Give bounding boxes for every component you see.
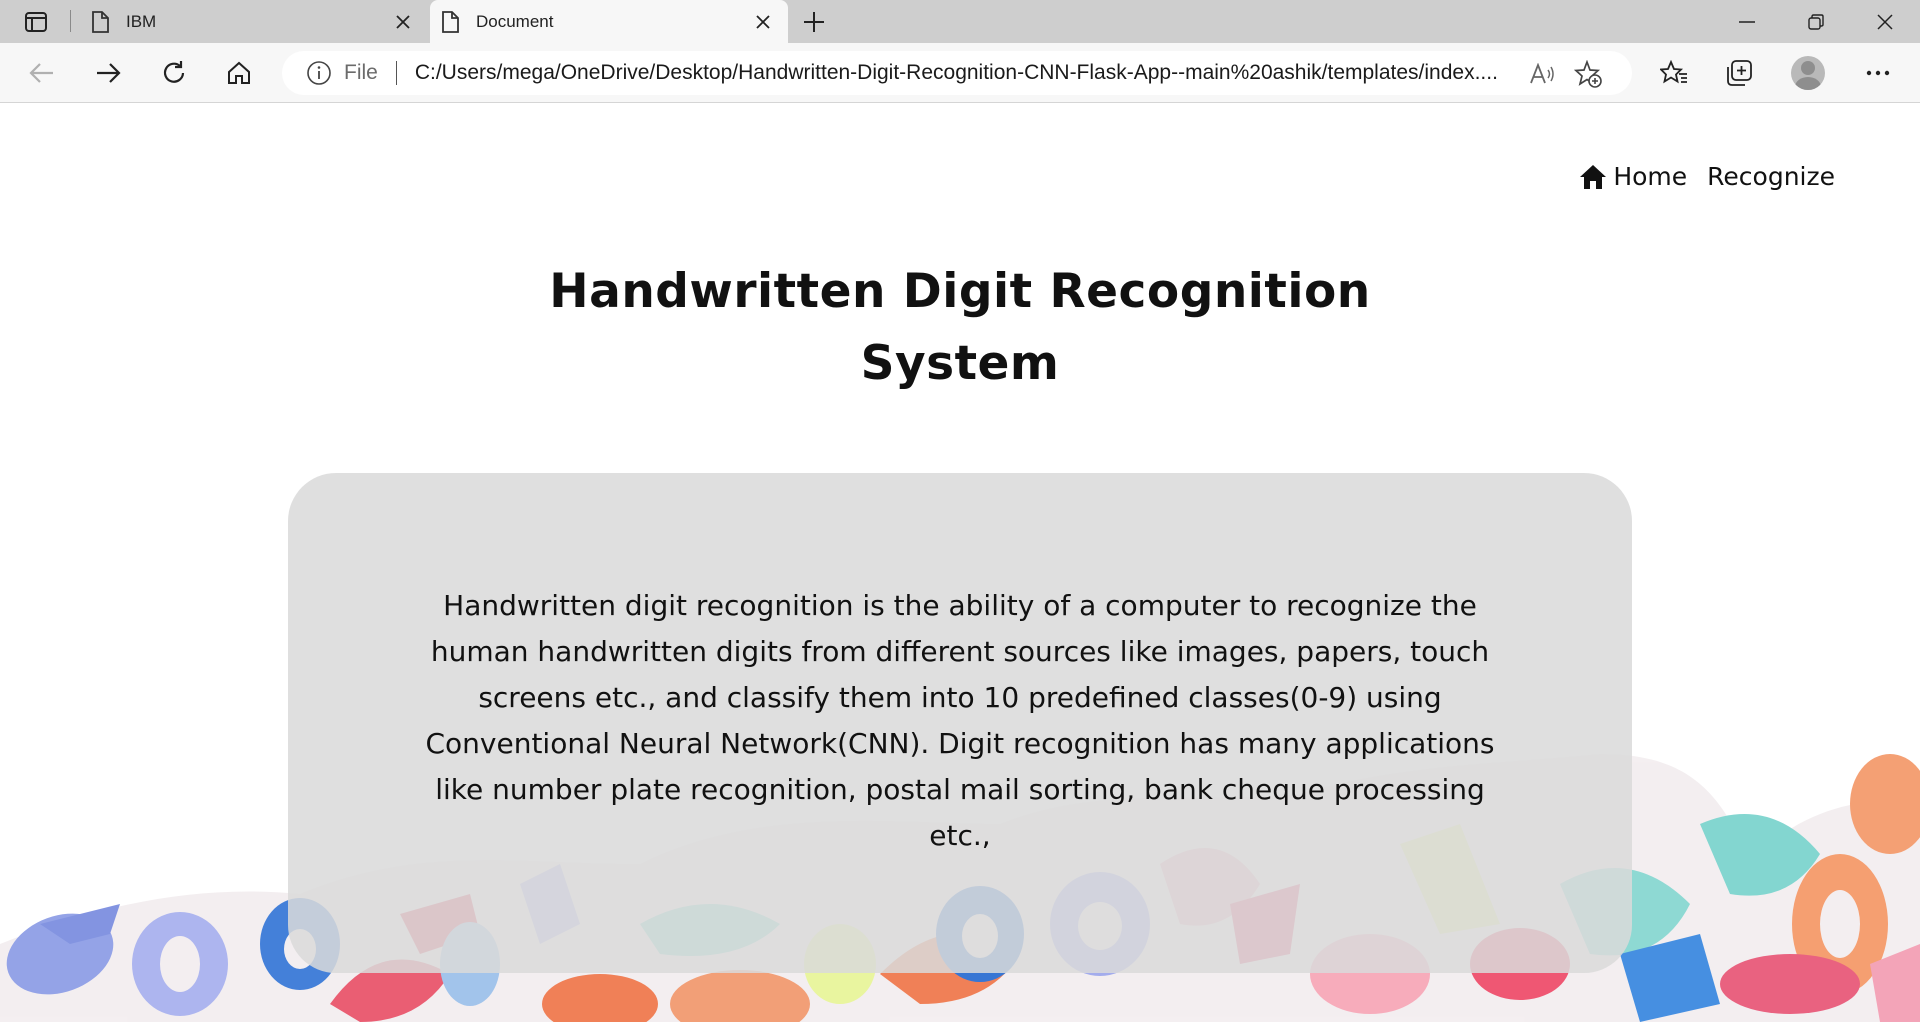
browser-tab-bar: IBM Document [0,0,1920,43]
minimize-icon[interactable] [1714,0,1780,43]
nav-home-label: Home [1613,162,1688,191]
tab-separator [70,10,71,32]
web-page: Home Recognize Handwritten Digit Recogni… [0,104,1920,1022]
page-title: Handwritten Digit Recognition System [0,256,1920,400]
add-favorite-icon[interactable] [1574,60,1602,88]
description-text: Handwritten digit recognition is the abi… [425,589,1495,852]
favorites-icon[interactable] [1656,55,1692,91]
address-url[interactable]: C:/Users/mega/OneDrive/Desktop/Handwritt… [415,61,1505,85]
address-bar[interactable]: File C:/Users/mega/OneDrive/Desktop/Hand… [282,51,1632,95]
address-scheme: File [344,61,378,84]
collections-icon[interactable] [1721,55,1757,91]
close-icon[interactable] [752,11,774,33]
address-separator [395,61,397,85]
profile-avatar[interactable] [1791,56,1825,90]
tab-ibm[interactable]: IBM [80,0,428,43]
refresh-icon[interactable] [156,55,192,91]
tab-title: Document [476,11,554,31]
home-icon [1580,164,1607,189]
close-icon[interactable] [392,11,414,33]
tab-actions-icon[interactable] [14,8,58,36]
page-title-line1: Handwritten Digit Recognition [549,264,1371,319]
nav-recognize-label: Recognize [1707,162,1835,191]
browser-toolbar: File C:/Users/mega/OneDrive/Desktop/Hand… [0,43,1920,103]
more-icon[interactable] [1860,55,1896,91]
nav-recognize-link[interactable]: Recognize [1707,162,1835,191]
page-icon [92,10,109,33]
tab-title: IBM [126,11,157,31]
site-nav: Home Recognize [1579,162,1835,191]
page-title-line2: System [860,336,1060,391]
info-icon[interactable] [306,60,332,86]
forward-icon[interactable] [90,55,126,91]
tab-document[interactable]: Document [430,0,788,43]
nav-home-link[interactable]: Home [1579,162,1687,191]
plus-icon[interactable] [798,6,830,38]
home-icon[interactable] [221,55,257,91]
description-card: Handwritten digit recognition is the abi… [288,473,1632,973]
read-aloud-icon[interactable] [1528,60,1556,88]
restore-icon[interactable] [1783,0,1849,43]
back-icon[interactable] [24,55,60,91]
page-icon [442,10,459,33]
window-close-icon[interactable] [1852,0,1918,43]
